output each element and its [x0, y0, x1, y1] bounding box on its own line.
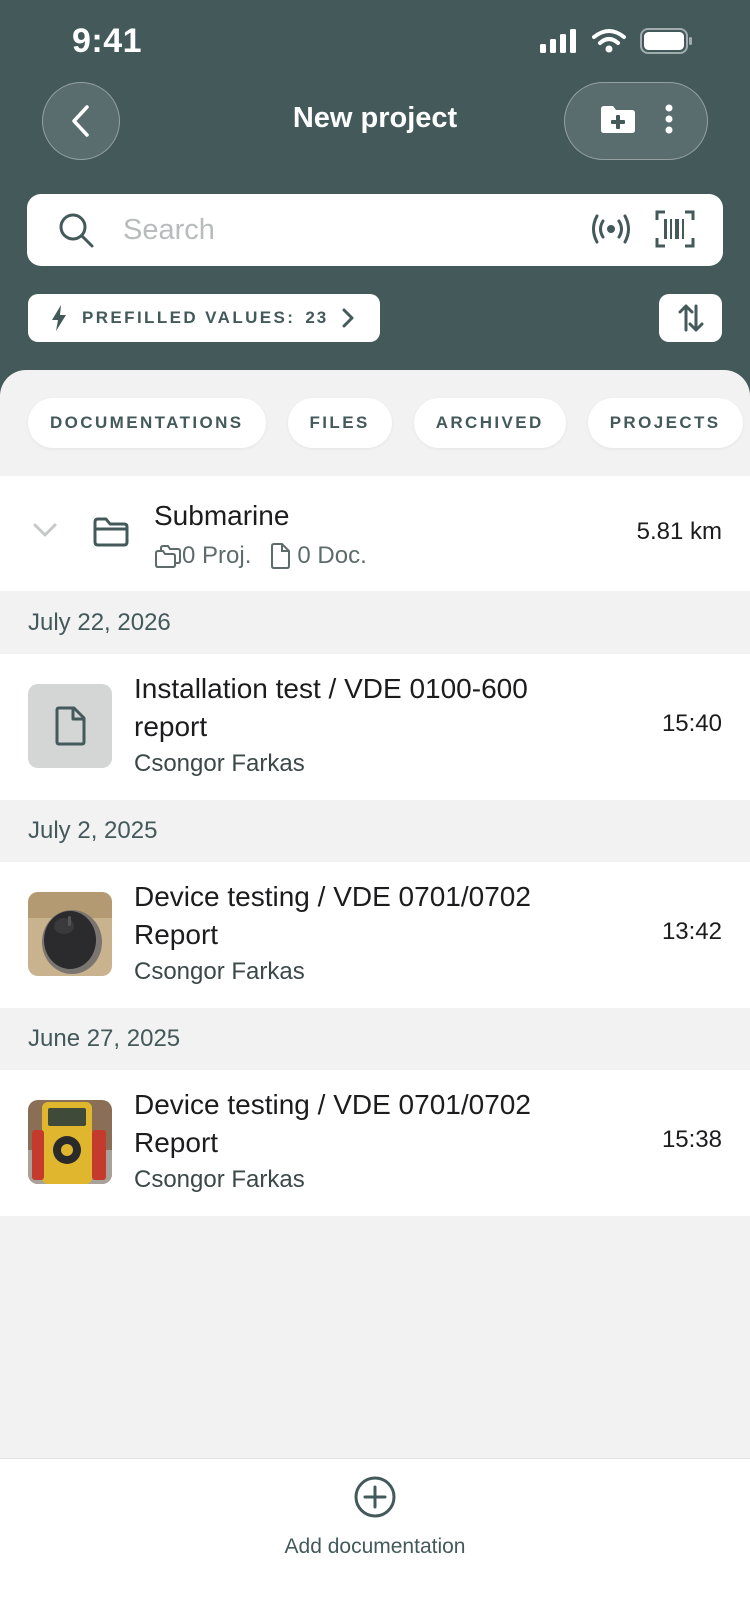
bottom-bar: Add documentation	[0, 1458, 750, 1624]
folder-project-count: 0 Proj.	[182, 542, 252, 569]
battery-icon	[640, 28, 692, 54]
nav-actions	[564, 82, 708, 160]
search-input[interactable]	[123, 206, 503, 254]
wifi-icon	[592, 29, 626, 53]
barcode-scanner-icon	[655, 210, 695, 248]
status-time: 9:41	[72, 22, 143, 60]
folder-document-count: 0 Doc.	[297, 542, 367, 569]
header: 9:41 New project Search PREFILLED VALUES…	[0, 0, 750, 400]
documentation-author: Csongor Farkas	[134, 1166, 305, 1193]
folder-row[interactable]: Submarine 0 Proj. 0 Doc. 5.81 km	[0, 476, 750, 591]
documentation-title: Device testing / VDE 0701/0702 Report	[134, 881, 531, 950]
add-documentation-button[interactable]: Add documentation	[0, 1535, 750, 1559]
folder-name: Submarine	[154, 500, 290, 531]
chevron-down-icon[interactable]	[32, 522, 58, 538]
new-folder-button[interactable]	[599, 104, 637, 139]
lightning-bolt-icon	[52, 305, 66, 331]
folder-plus-icon	[600, 105, 635, 133]
date-header: June 27, 2025	[0, 1008, 750, 1070]
tab-documentations[interactable]: DOCUMENTATIONS	[28, 398, 266, 448]
sort-button[interactable]	[659, 294, 722, 342]
prefilled-values-label: PREFILLED VALUES:	[82, 308, 296, 327]
document-icon	[271, 543, 291, 569]
tab-archived[interactable]: ARCHIVED	[413, 398, 566, 448]
documentation-author: Csongor Farkas	[134, 750, 305, 777]
multimeter-photo	[28, 1100, 112, 1184]
documentation-time: 13:42	[661, 918, 722, 945]
file-icon	[55, 706, 86, 746]
folder-distance: 5.81 km	[636, 518, 722, 545]
more-options-button[interactable]	[664, 104, 674, 139]
tab-files[interactable]: FILES	[287, 398, 392, 448]
documentation-title: Installation test / VDE 0100-600 report	[134, 673, 528, 742]
status-icons	[540, 28, 694, 54]
chevron-right-icon	[342, 308, 354, 328]
content-panel: DOCUMENTATIONS FILES ARCHIVED PROJECTS S…	[0, 370, 750, 1460]
search-icon	[59, 213, 94, 248]
documentation-row[interactable]: Device testing / VDE 0701/0702 Report Cs…	[0, 1070, 750, 1216]
barcode-scan-button[interactable]	[655, 210, 695, 253]
documentation-time: 15:38	[661, 1126, 722, 1153]
documentation-row[interactable]: Installation test / VDE 0100-600 report …	[0, 654, 750, 800]
search-bar	[27, 194, 723, 266]
prefilled-values-button[interactable]: PREFILLED VALUES: 23	[28, 294, 380, 342]
mouse-photo-thumbnail	[28, 892, 112, 976]
filter-tabs: DOCUMENTATIONS FILES ARCHIVED PROJECTS	[28, 398, 743, 448]
prefilled-values-count: 23	[305, 308, 329, 327]
tab-projects[interactable]: PROJECTS	[587, 398, 743, 448]
rfid-icon	[592, 214, 630, 244]
documentation-time: 15:40	[661, 710, 722, 737]
add-circle-icon[interactable]	[353, 1475, 397, 1519]
date-header: July 2, 2025	[0, 800, 750, 862]
projects-icon	[155, 545, 181, 568]
folder-icon	[93, 517, 129, 547]
documentation-author: Csongor Farkas	[134, 958, 305, 985]
document-thumbnail	[28, 684, 112, 768]
mouse-photo	[28, 892, 112, 976]
documentation-row[interactable]: Device testing / VDE 0701/0702 Report Cs…	[0, 862, 750, 1008]
cellular-signal-icon	[540, 29, 576, 53]
folder-meta: 0 Proj. 0 Doc.	[154, 542, 367, 570]
more-vertical-icon	[665, 104, 672, 133]
sort-arrows-icon	[678, 304, 703, 332]
rfid-scan-button[interactable]	[591, 212, 631, 251]
nav-bar: New project	[0, 82, 750, 160]
date-header: July 22, 2026	[0, 592, 750, 654]
documentation-title: Device testing / VDE 0701/0702 Report	[134, 1089, 531, 1158]
multimeter-photo-thumbnail	[28, 1100, 112, 1184]
status-bar: 9:41	[0, 0, 750, 86]
